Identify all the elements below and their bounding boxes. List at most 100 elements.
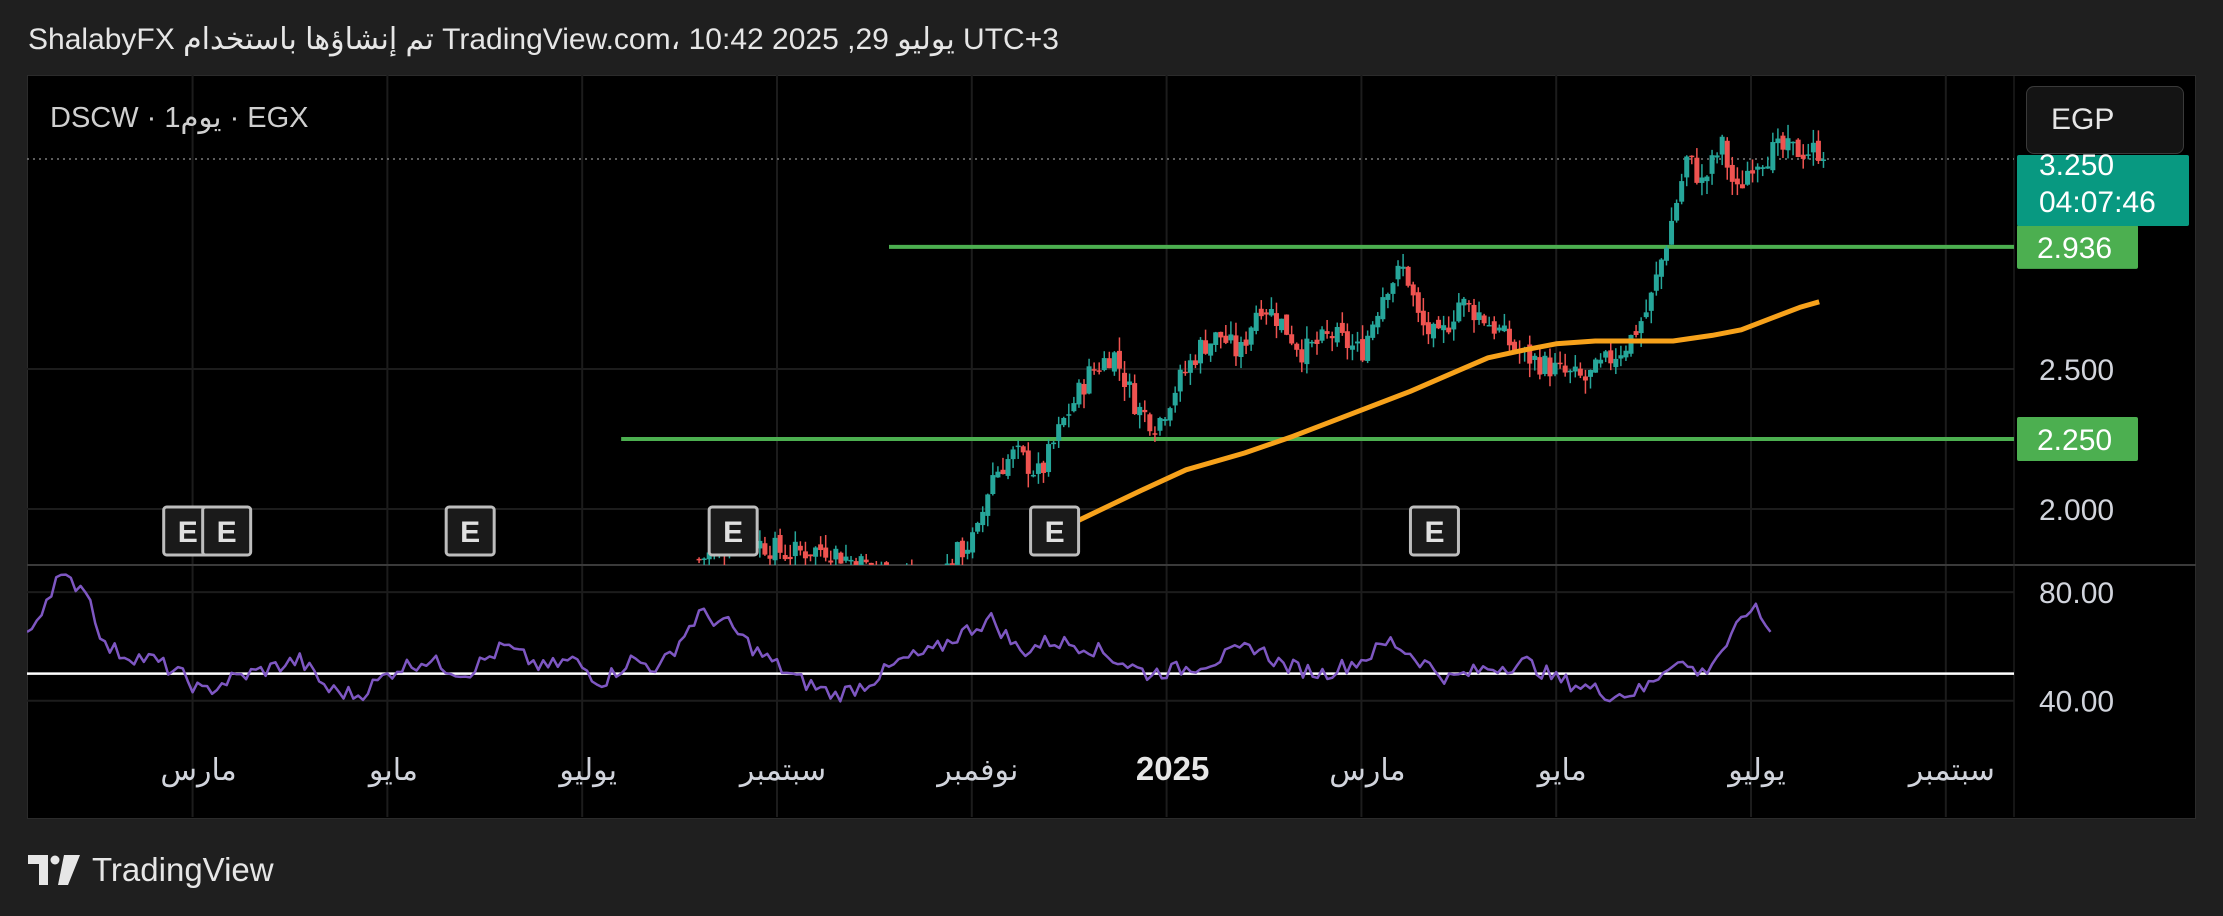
candle-body: [1111, 352, 1117, 372]
candle-body: [1289, 334, 1295, 344]
candle-body: [1051, 442, 1057, 445]
candle-body: [1076, 382, 1082, 405]
candle-body: [1223, 335, 1229, 343]
time-tick-label: مارس: [160, 754, 236, 787]
candle-body: [1739, 184, 1745, 189]
candle-body: [1314, 339, 1320, 345]
candle-body: [940, 583, 945, 586]
candle-body: [1679, 181, 1685, 202]
candle-body: [1491, 321, 1497, 334]
rsi-tick-label: 40.00: [2039, 686, 2114, 719]
candle-body: [1370, 324, 1376, 338]
candle-body: [1405, 266, 1411, 286]
candle-body: [1172, 392, 1178, 406]
candle-body: [975, 522, 981, 532]
candle-body: [1734, 178, 1740, 185]
candle-body: [1233, 335, 1239, 357]
candle-body: [1162, 419, 1168, 422]
candle-body: [1061, 417, 1067, 426]
candle-body: [990, 475, 996, 495]
candle-body: [1699, 177, 1705, 183]
candle-body: [828, 560, 834, 563]
chart-area[interactable]: E E E E E E2.0002.50080.0040.002.9362.2503.25…: [27, 75, 2196, 819]
candle-body: [1436, 319, 1442, 329]
candle-body: [1375, 315, 1381, 328]
currency-button[interactable]: EGP: [2026, 86, 2184, 154]
candle-body: [1729, 164, 1735, 182]
candle-body: [1253, 312, 1259, 331]
candle-body: [1724, 140, 1730, 168]
candle-body: [1593, 359, 1599, 373]
candle-body: [1623, 350, 1629, 358]
candle-body: [1709, 155, 1715, 174]
candle-body: [919, 579, 924, 583]
candle-body: [1187, 360, 1193, 373]
time-tick-label: مايو: [367, 754, 418, 787]
candle-body: [1775, 138, 1781, 144]
candle-body: [787, 556, 793, 560]
candle-body: [1582, 376, 1588, 381]
candle-body: [1157, 418, 1163, 431]
level-tag-label: 2.250: [2037, 424, 2112, 457]
candle-body: [1243, 339, 1249, 346]
candle-body: [1785, 138, 1791, 151]
candle-body: [1633, 331, 1639, 335]
candle-body: [1091, 369, 1097, 371]
candle-body: [848, 559, 854, 562]
candle-body: [1208, 343, 1214, 356]
candle-body: [1025, 450, 1031, 474]
chart-header: ShalabyFX تم إنشاؤها باستخدام TradingVie…: [28, 23, 1059, 56]
candle-body: [1689, 155, 1695, 158]
candle-body: [1030, 474, 1036, 477]
candle-body: [1572, 366, 1578, 372]
candle-body: [1537, 357, 1543, 375]
candle-body: [1238, 342, 1244, 357]
candle-body: [1780, 135, 1786, 150]
tradingview-logo-icon: [28, 855, 80, 885]
candle-body: [1719, 136, 1725, 155]
candle-body: [1355, 341, 1361, 344]
candle-body: [1760, 167, 1766, 169]
candle-body: [782, 555, 788, 560]
candle-body: [1567, 370, 1573, 373]
candle-body: [1197, 339, 1203, 364]
earnings-marker[interactable]: E: [1408, 505, 1460, 557]
candle-body: [954, 542, 960, 565]
earnings-marker[interactable]: E: [707, 505, 759, 557]
candle-body: [1218, 331, 1224, 338]
time-tick-label: مايو: [1536, 754, 1587, 787]
candle-body: [1167, 408, 1173, 421]
earnings-marker[interactable]: E: [201, 505, 253, 557]
candle-body: [1273, 313, 1279, 326]
candle-body: [874, 566, 879, 571]
earnings-marker[interactable]: E: [444, 505, 496, 557]
tradingview-logo[interactable]: TradingView: [28, 848, 274, 892]
earnings-marker[interactable]: E: [1029, 505, 1081, 557]
candle-body: [813, 547, 819, 557]
candle-body: [1046, 444, 1052, 473]
candle-body: [1461, 298, 1467, 306]
candle-body: [985, 494, 991, 516]
candle-body: [1577, 368, 1583, 376]
candle-body: [1137, 406, 1143, 416]
candle-body: [1400, 266, 1406, 269]
candle-body: [1638, 321, 1644, 334]
candle-body: [1608, 350, 1614, 364]
candle-body: [1481, 315, 1487, 324]
candle-body: [843, 556, 849, 561]
earnings-marker-label: E: [1424, 516, 1444, 549]
candle-body: [1750, 170, 1756, 174]
candle-body: [1066, 414, 1072, 416]
main-pane: EEEEEE: [27, 124, 2014, 586]
candle-body: [1284, 314, 1290, 335]
candle-body: [808, 554, 814, 557]
candle-body: [1248, 327, 1254, 345]
candle-body: [1324, 331, 1330, 334]
candle-body: [818, 544, 824, 551]
candle-body: [1319, 329, 1325, 341]
tradingview-brand: TradingView: [92, 851, 274, 888]
candle-body: [1132, 383, 1138, 415]
candle-body: [1790, 141, 1796, 144]
candle-body: [1152, 433, 1158, 435]
candle-body: [701, 558, 707, 561]
